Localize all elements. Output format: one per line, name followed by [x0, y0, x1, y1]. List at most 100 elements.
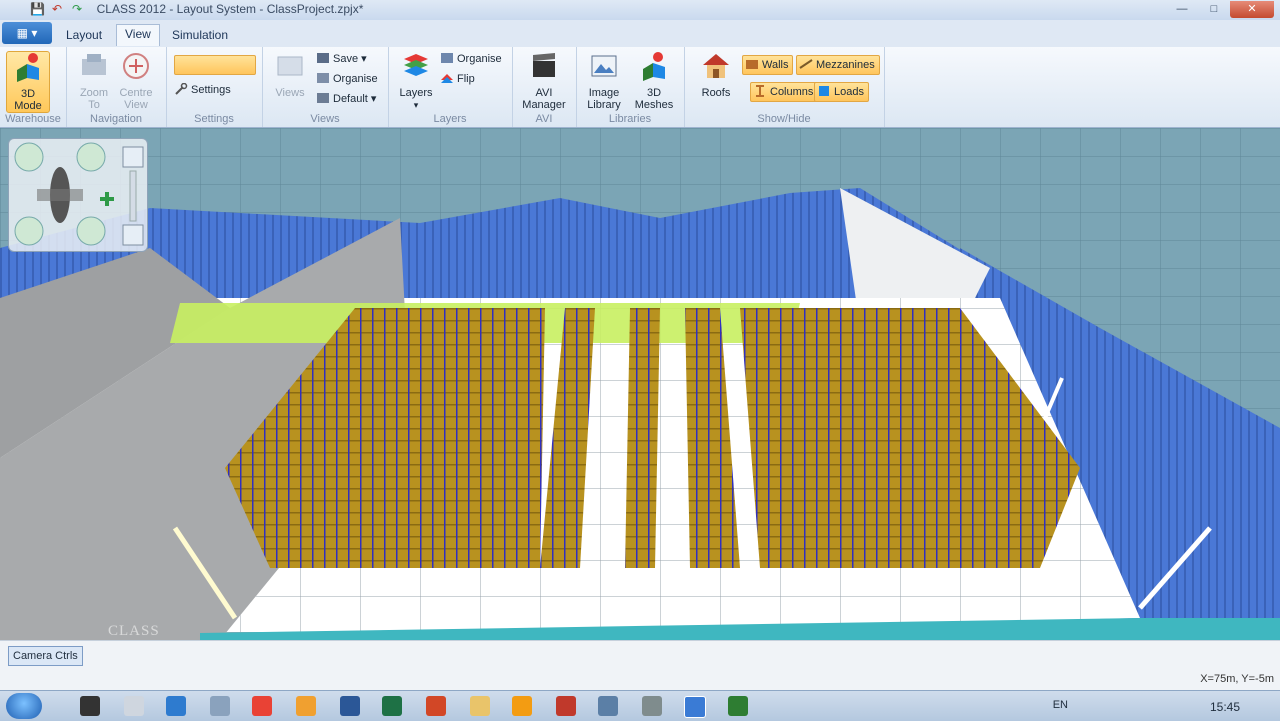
- columns-toggle[interactable]: Columns: [750, 82, 819, 102]
- group-libraries: Image Library 3D Meshes Libraries: [576, 47, 685, 127]
- minimize-button[interactable]: —: [1166, 1, 1198, 18]
- network-icon[interactable]: [598, 696, 618, 716]
- group-warehouse: 3D Mode Warehouse: [0, 47, 67, 127]
- outlook-icon[interactable]: [296, 696, 316, 716]
- image-library-icon: [591, 55, 617, 77]
- centre-view-label: Centre View: [119, 87, 153, 111]
- close-button[interactable]: ✕: [1230, 1, 1274, 18]
- folder-icon[interactable]: [470, 696, 490, 716]
- layers-button[interactable]: Layers ▾: [398, 51, 434, 111]
- tab-layout[interactable]: Layout: [58, 26, 110, 47]
- default-view-icon: [317, 93, 329, 103]
- tilt-up-icon[interactable]: [76, 216, 106, 246]
- default-view-label: Default: [333, 93, 368, 105]
- group-layers: Layers ▾ Organise Flip Layers: [388, 47, 513, 127]
- group-label-libraries: Libraries: [608, 113, 652, 125]
- class-watermark: CLASS 2012: [108, 623, 160, 639]
- zoom-out-icon[interactable]: [122, 224, 144, 246]
- taskbar-clock[interactable]: 15:45: [1210, 700, 1240, 714]
- columns-icon: [756, 85, 764, 97]
- plus-icon[interactable]: [100, 192, 114, 206]
- zoom-slider[interactable]: [129, 170, 137, 222]
- zoom-to-icon: [82, 54, 106, 75]
- class-app-taskbar-icon[interactable]: [684, 696, 706, 718]
- avi-manager-button[interactable]: AVI Manager: [518, 51, 570, 111]
- coordinates-readout: X=75m, Y=-5m: [1200, 673, 1274, 685]
- shape-icon[interactable]: [556, 696, 576, 716]
- organise-views-icon: [317, 73, 329, 83]
- wrench-icon: [175, 83, 188, 95]
- start-button[interactable]: [6, 693, 42, 719]
- excel-icon[interactable]: [382, 696, 402, 716]
- views-label: Views: [275, 87, 305, 99]
- flip-layers-button[interactable]: Flip: [440, 71, 475, 87]
- cmd-icon[interactable]: [80, 696, 100, 716]
- group-views: Views Save ▾ Organise Default ▾ Views: [262, 47, 389, 127]
- save-view-button[interactable]: Save ▾: [316, 51, 367, 67]
- application-menu-button[interactable]: ▦ ▾: [2, 22, 52, 44]
- organise-layers-label: Organise: [457, 53, 502, 65]
- ribbon-panel: 3D Mode Warehouse Zoom To Centre View Na…: [0, 47, 1280, 128]
- group-showhide: Roofs Walls Mezzanines Columns Loads Sho…: [684, 47, 885, 127]
- walls-toggle[interactable]: Walls: [742, 55, 794, 75]
- language-indicator[interactable]: EN: [1053, 699, 1068, 711]
- settings-tray-icon[interactable]: [642, 696, 662, 716]
- 3d-mode-icon: [17, 53, 39, 82]
- views-button[interactable]: Views: [272, 51, 308, 99]
- organise-layers-button[interactable]: Organise: [440, 51, 502, 67]
- mezzanines-toggle[interactable]: Mezzanines: [796, 55, 880, 75]
- layers-label: Layers: [399, 87, 433, 99]
- 3d-mode-button[interactable]: 3D Mode: [6, 51, 50, 113]
- rotate-right-icon[interactable]: [76, 142, 106, 172]
- tab-view[interactable]: View: [116, 24, 160, 46]
- zoom-in-icon[interactable]: [122, 146, 144, 168]
- image-library-label: Image Library: [587, 87, 621, 111]
- camera-ctrls-tab[interactable]: Camera Ctrls: [8, 646, 83, 666]
- organise-views-label: Organise: [333, 73, 378, 85]
- house-icon: [703, 54, 729, 78]
- 3d-meshes-label: 3D Meshes: [634, 87, 674, 111]
- organise-views-button[interactable]: Organise: [316, 71, 378, 87]
- window-controls: — □ ✕: [1166, 1, 1274, 18]
- settings-label: Settings: [191, 84, 231, 96]
- avi-manager-label: AVI Manager: [522, 87, 566, 111]
- group-settings: Settings Settings: [166, 47, 263, 127]
- roofs-button[interactable]: Roofs: [696, 51, 736, 99]
- maximize-button[interactable]: □: [1198, 1, 1230, 18]
- organise-layers-icon: [441, 53, 453, 63]
- centre-view-button[interactable]: Centre View: [116, 51, 156, 111]
- camera-control-widget[interactable]: [8, 138, 148, 252]
- 3d-meshes-button[interactable]: 3D Meshes: [630, 51, 678, 111]
- media-icon[interactable]: [512, 696, 532, 716]
- loads-toggle[interactable]: Loads: [814, 82, 869, 102]
- group-label-settings: Settings: [194, 113, 234, 125]
- powerpoint-icon[interactable]: [426, 696, 446, 716]
- settings-button[interactable]: Settings: [174, 82, 231, 98]
- image-library-button[interactable]: Image Library: [582, 51, 626, 111]
- save-view-label: Save: [333, 53, 359, 65]
- flip-label: Flip: [457, 73, 475, 85]
- notepad-icon[interactable]: [124, 696, 144, 716]
- status-area: Camera Ctrls X=75m, Y=-5m: [0, 640, 1280, 690]
- tilt-down-icon[interactable]: [14, 216, 44, 246]
- zoom-to-label: Zoom To: [79, 87, 109, 111]
- centre-view-icon: [123, 53, 149, 79]
- group-avi: AVI Manager AVI: [512, 47, 577, 127]
- mezzanines-label: Mezzanines: [816, 59, 875, 71]
- taskbar: EN 15:45: [0, 690, 1280, 721]
- another-app-icon[interactable]: [728, 696, 748, 716]
- chrome-icon[interactable]: [252, 696, 272, 716]
- 3d-meshes-icon: [643, 52, 665, 81]
- group-label-avi: AVI: [535, 113, 553, 125]
- group-navigation: Zoom To Centre View Navigation: [66, 47, 167, 127]
- tab-simulation[interactable]: Simulation: [164, 26, 236, 47]
- zoom-to-button[interactable]: Zoom To: [76, 51, 112, 111]
- ie-icon[interactable]: [166, 696, 186, 716]
- settings-quick-icons[interactable]: [174, 55, 256, 75]
- default-view-button[interactable]: Default ▾: [316, 91, 376, 107]
- layers-icon: [404, 54, 428, 76]
- rotate-left-icon[interactable]: [14, 142, 44, 172]
- word-icon[interactable]: [340, 696, 360, 716]
- app-icon[interactable]: [210, 696, 230, 716]
- 3d-viewport[interactable]: CLASS 2012: [0, 128, 1280, 640]
